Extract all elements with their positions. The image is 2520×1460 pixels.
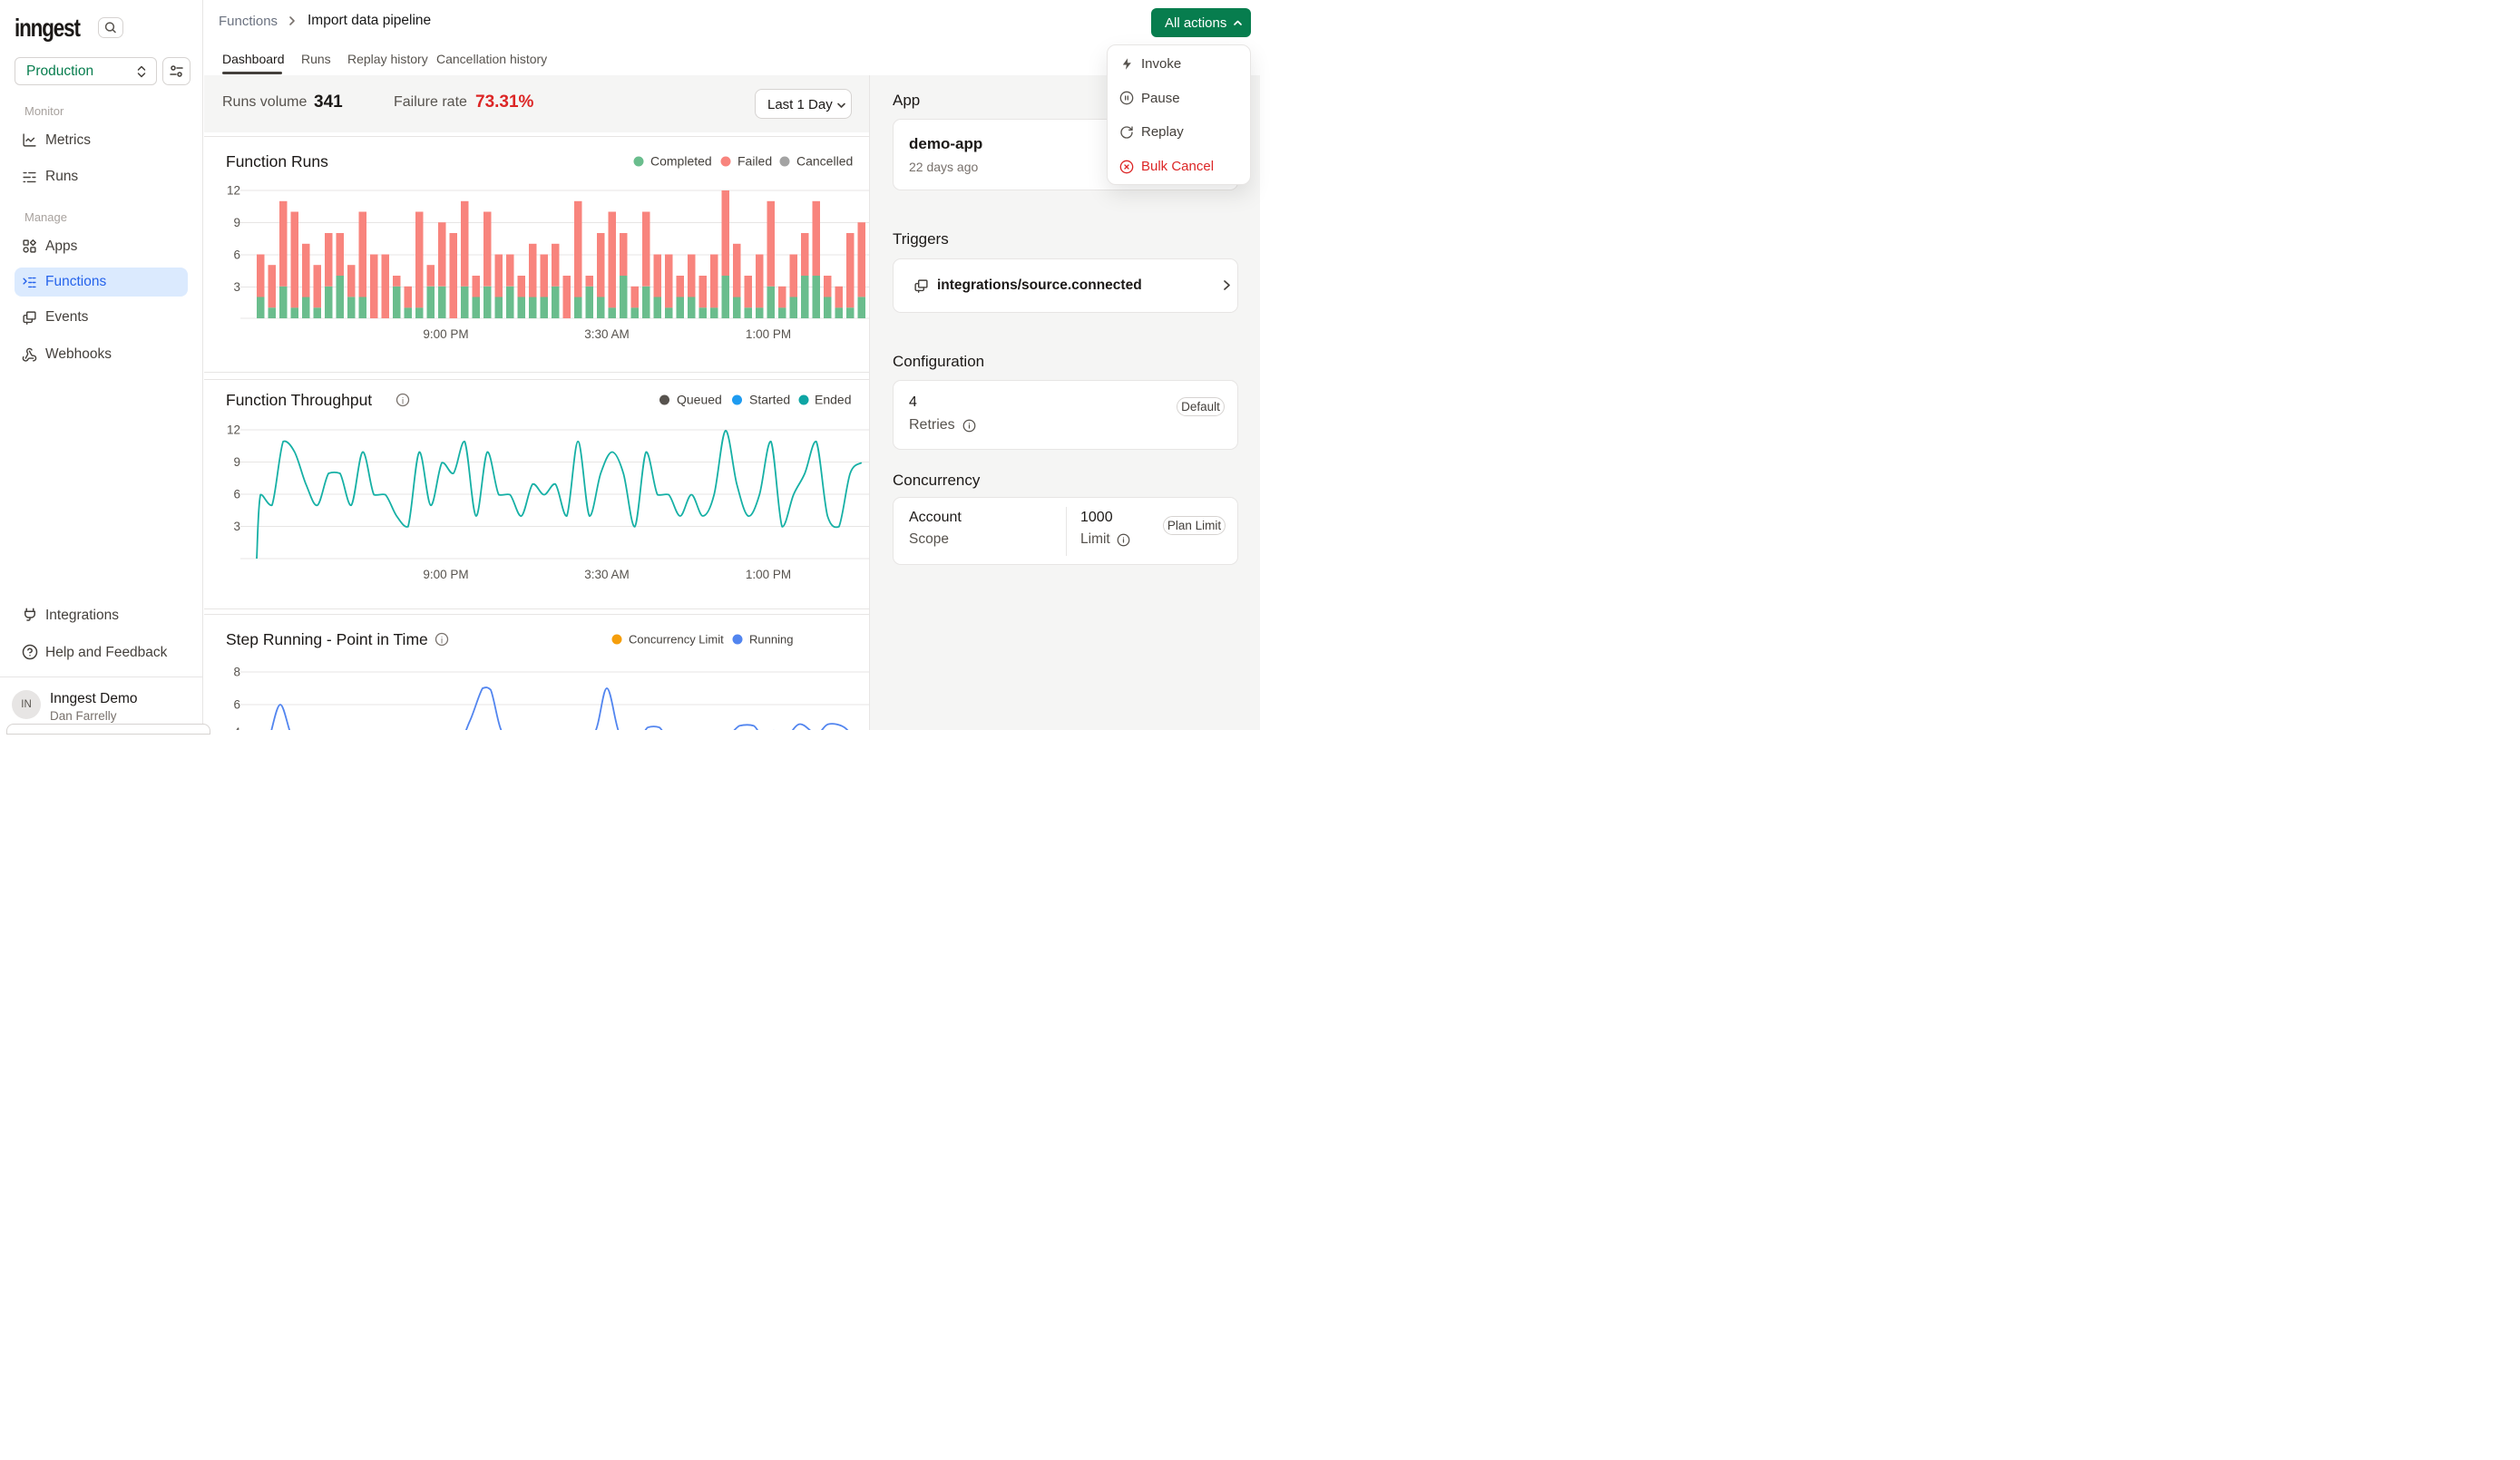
svg-text:3: 3 [233, 520, 240, 533]
svg-text:i: i [441, 636, 443, 647]
svg-text:8: 8 [233, 666, 240, 679]
svg-text:i: i [402, 396, 404, 407]
svg-text:Function Throughput: Function Throughput [226, 391, 372, 409]
svg-text:4: 4 [233, 725, 240, 730]
svg-text:12: 12 [227, 184, 240, 198]
svg-text:9:00 PM: 9:00 PM [423, 327, 468, 341]
svg-text:Function Runs: Function Runs [226, 152, 328, 170]
svg-text:9: 9 [233, 455, 240, 469]
svg-text:3: 3 [233, 280, 240, 294]
svg-text:6: 6 [233, 698, 240, 712]
svg-text:12: 12 [227, 423, 240, 437]
svg-text:1:00 PM: 1:00 PM [746, 568, 791, 581]
svg-text:6: 6 [233, 488, 240, 501]
svg-text:9: 9 [233, 216, 240, 229]
svg-text:3:30 AM: 3:30 AM [584, 327, 630, 341]
svg-text:Ended: Ended [815, 393, 851, 407]
svg-text:Cancelled: Cancelled [796, 154, 853, 169]
svg-text:6: 6 [233, 248, 240, 262]
svg-text:Queued: Queued [677, 393, 722, 407]
svg-text:Concurrency Limit: Concurrency Limit [629, 633, 724, 647]
svg-text:3:30 AM: 3:30 AM [584, 568, 630, 581]
svg-text:Running: Running [749, 633, 793, 647]
svg-text:Completed: Completed [650, 154, 712, 169]
svg-text:Started: Started [749, 393, 790, 407]
svg-text:Step Running - Point in Time: Step Running - Point in Time [226, 630, 428, 648]
svg-text:9:00 PM: 9:00 PM [423, 568, 468, 581]
svg-text:Failed: Failed [737, 154, 772, 169]
svg-text:1:00 PM: 1:00 PM [746, 327, 791, 341]
